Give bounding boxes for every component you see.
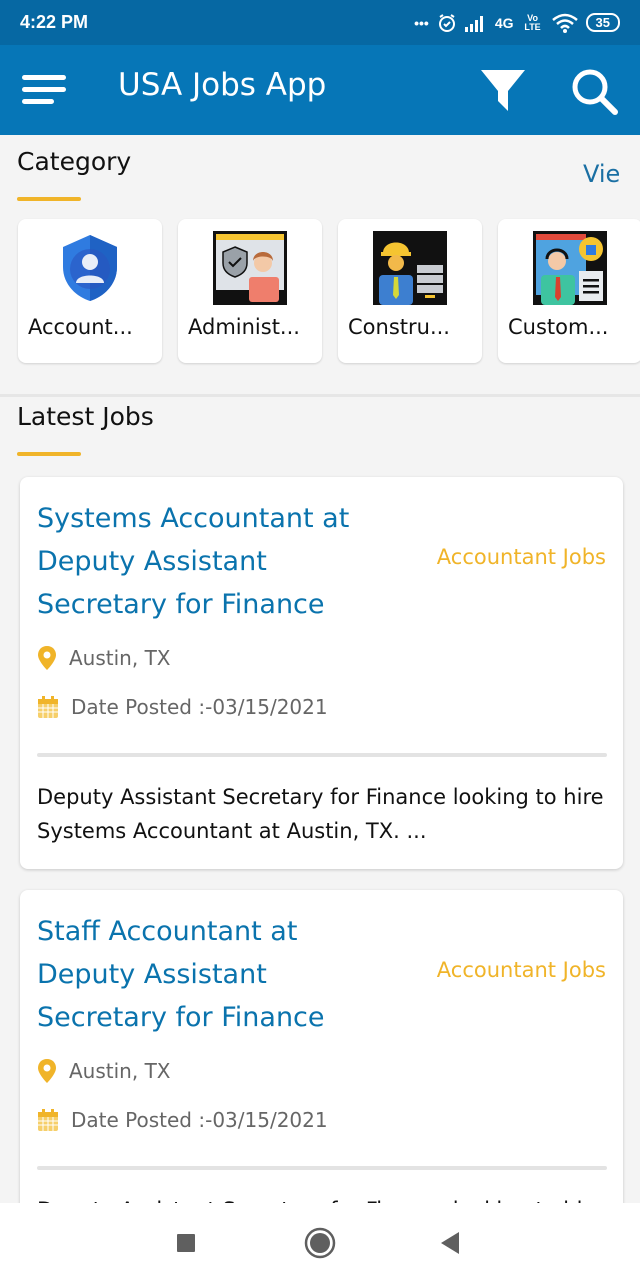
category-card-accountant[interactable]: Account... <box>18 219 162 363</box>
job-date-text: Date Posted :-03/15/2021 <box>71 695 328 719</box>
app-bar: USA Jobs App <box>0 45 640 135</box>
job-location-text: Austin, TX <box>69 646 171 670</box>
job-location: Austin, TX <box>37 1058 170 1084</box>
category-title: Category <box>17 147 132 176</box>
admin-security-icon <box>213 231 287 305</box>
recents-button[interactable] <box>168 1225 204 1261</box>
recents-square-icon <box>177 1234 195 1252</box>
latest-jobs-title: Latest Jobs <box>17 402 154 431</box>
category-label: Account... <box>28 315 133 339</box>
construction-worker-icon <box>373 231 447 305</box>
job-divider <box>37 1166 607 1170</box>
category-list: Account... Administ... Constru... Custom… <box>18 219 640 364</box>
back-button[interactable] <box>432 1225 468 1261</box>
alarm-icon <box>438 13 455 32</box>
more-notifications-icon: ••• <box>414 14 429 31</box>
category-card-construction[interactable]: Constru... <box>338 219 482 363</box>
network-type: 4G <box>494 14 514 31</box>
app-title: USA Jobs App <box>118 67 327 103</box>
location-pin-icon <box>38 1059 56 1083</box>
status-time: 4:22 PM <box>20 12 89 32</box>
job-date: Date Posted :-03/15/2021 <box>37 695 328 719</box>
job-location: Austin, TX <box>37 645 170 671</box>
customer-service-icon <box>533 231 607 305</box>
search-button[interactable] <box>570 67 620 117</box>
job-category[interactable]: Accountant Jobs <box>437 958 606 982</box>
job-title[interactable]: Systems Accountant at Deputy Assistant S… <box>37 497 397 626</box>
location-pin-icon <box>38 646 56 670</box>
category-card-administrative[interactable]: Administ... <box>178 219 322 363</box>
job-date: Date Posted :-03/15/2021 <box>37 1108 328 1132</box>
category-label: Administ... <box>188 315 300 339</box>
system-nav-bar <box>0 1203 640 1280</box>
job-card[interactable]: Systems Accountant at Deputy Assistant S… <box>20 477 623 869</box>
search-icon <box>572 69 618 115</box>
status-icons: ••• 4G Vo LTE 35 <box>414 13 620 33</box>
category-label: Constru... <box>348 315 450 339</box>
job-title[interactable]: Staff Accountant at Deputy Assistant Sec… <box>37 910 397 1039</box>
latest-jobs-underline <box>17 452 81 456</box>
wifi-icon <box>551 13 578 33</box>
home-button[interactable] <box>302 1225 338 1261</box>
view-all-link[interactable]: Vie <box>583 160 620 188</box>
volte-indicator: Vo LTE <box>524 12 541 32</box>
category-label: Custom... <box>508 315 609 339</box>
battery-indicator: 35 <box>585 13 620 32</box>
job-date-text: Date Posted :-03/15/2021 <box>71 1108 328 1132</box>
calendar-icon <box>38 696 58 718</box>
home-circle-icon <box>304 1227 336 1259</box>
job-divider <box>37 753 607 757</box>
section-divider <box>0 394 640 397</box>
hamburger-menu-icon <box>22 75 66 80</box>
menu-button[interactable] <box>22 75 68 105</box>
shield-user-icon <box>63 235 117 301</box>
signal-icon <box>464 15 483 32</box>
job-card[interactable]: Staff Accountant at Deputy Assistant Sec… <box>20 890 623 1256</box>
status-bar: 4:22 PM ••• 4G Vo LTE 35 <box>0 0 640 45</box>
category-underline <box>17 197 81 201</box>
job-category[interactable]: Accountant Jobs <box>437 545 606 569</box>
back-triangle-icon <box>441 1232 459 1254</box>
filter-button[interactable] <box>478 67 528 117</box>
filter-funnel-icon <box>481 70 525 111</box>
job-location-text: Austin, TX <box>69 1059 171 1083</box>
job-description: Deputy Assistant Secretary for Finance l… <box>37 785 604 843</box>
calendar-icon <box>38 1109 58 1131</box>
category-card-customer-service[interactable]: Custom... <box>498 219 640 363</box>
